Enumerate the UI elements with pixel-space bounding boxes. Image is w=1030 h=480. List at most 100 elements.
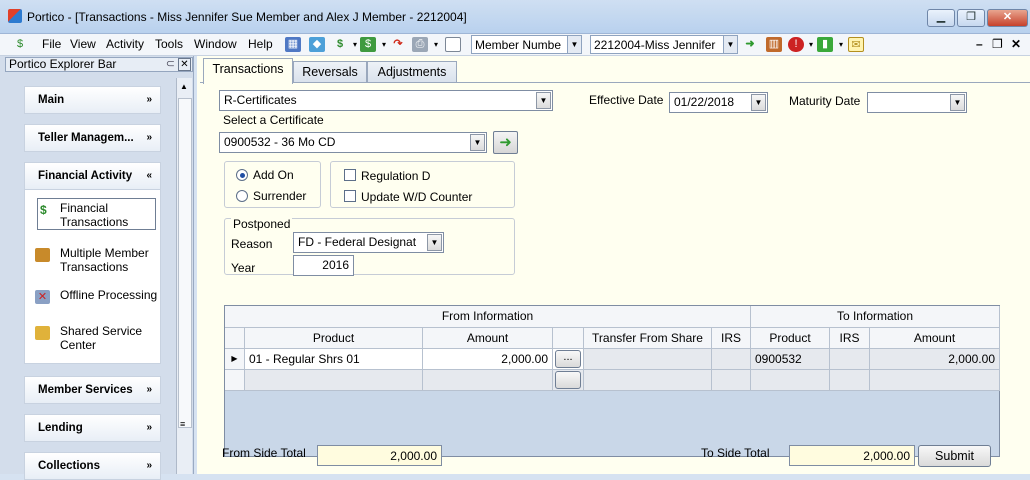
to-information-header: To Information	[751, 306, 1000, 328]
sidebar-item-offline-processing[interactable]: ✕ Offline Processing	[35, 286, 160, 316]
group-teller-label: Teller Managem...	[38, 132, 134, 144]
ellipsis-button[interactable]: ...	[555, 350, 581, 368]
financial-activity-icon[interactable]: $	[12, 37, 28, 52]
tag-icon[interactable]: ◆	[309, 37, 325, 52]
certificate-select[interactable]: 0900532 - 36 Mo CD ▼	[219, 132, 487, 153]
group-lending[interactable]: Lending »	[24, 414, 161, 442]
printer-icon[interactable]: ⎙	[412, 37, 428, 52]
add-on-radio[interactable]	[236, 169, 248, 181]
close-button[interactable]: ✕	[987, 9, 1028, 27]
sidebar-item-multiple-member-transactions[interactable]: Multiple Member Transactions	[35, 244, 160, 274]
menu-activity[interactable]: Activity	[106, 37, 144, 51]
maturity-date-field[interactable]: ▼	[867, 92, 967, 113]
explorer-scrollbar[interactable]: ▲ ≡	[176, 78, 192, 474]
calculator-icon[interactable]: ▦	[285, 37, 301, 52]
sidebar-item-financial-transactions[interactable]: $ Financial Transactions	[37, 198, 156, 230]
update-wd-counter-checkbox[interactable]	[344, 190, 356, 202]
menu-help[interactable]: Help	[248, 37, 273, 51]
chevron-down-icon[interactable]: ▼	[567, 36, 581, 53]
column-header-irs[interactable]: IRS	[712, 328, 751, 349]
group-collections[interactable]: Collections »	[24, 452, 161, 480]
column-header-to-irs[interactable]: IRS	[830, 328, 870, 349]
surrender-radio[interactable]	[236, 190, 248, 202]
printer-dropdown-icon[interactable]: ▾	[428, 37, 444, 52]
effective-date-field[interactable]: 01/22/2018 ▼	[669, 92, 768, 113]
menu-file[interactable]: File	[42, 37, 61, 51]
new-row-selector[interactable]	[225, 370, 245, 391]
go-arrow-icon[interactable]: ➜	[742, 37, 758, 52]
tab-transactions[interactable]: Transactions	[203, 58, 293, 84]
column-header-transfer-from-share[interactable]: Transfer From Share	[584, 328, 712, 349]
column-header-amount[interactable]: Amount	[423, 328, 553, 349]
mdi-minimize-button[interactable]: –	[976, 37, 983, 51]
group-main[interactable]: Main »	[24, 86, 161, 114]
pin-icon[interactable]: ⊂	[166, 58, 175, 71]
member-search-type-select[interactable]: Member Numbe ▼	[471, 35, 582, 54]
clipboard-dropdown-icon[interactable]: ▾	[833, 37, 849, 52]
sidebar-item-shared-service-center[interactable]: Shared Service Center	[35, 322, 160, 352]
select-certificate-label: Select a Certificate	[223, 113, 324, 127]
group-member-services-label: Member Services	[38, 384, 133, 396]
books-icon[interactable]: ▥	[766, 37, 782, 52]
chevron-down-icon[interactable]: ▼	[751, 94, 766, 111]
mdi-restore-button[interactable]: ❐	[992, 37, 1003, 51]
title-bar: Portico - [Transactions - Miss Jennifer …	[0, 0, 1030, 34]
submit-button[interactable]: Submit	[918, 445, 991, 467]
chevron-down-icon[interactable]: »	[146, 125, 152, 151]
grid-cell-product[interactable]: 01 - Regular Shrs 01	[245, 349, 423, 370]
chevron-down-icon[interactable]: »	[146, 453, 152, 479]
scroll-thumb[interactable]	[178, 98, 192, 428]
go-arrow-button[interactable]: ➜	[493, 131, 518, 154]
chevron-down-icon[interactable]: ▼	[470, 134, 485, 151]
new-document-icon[interactable]	[445, 37, 461, 52]
financial-activity-items: $ Financial Transactions Multiple Member…	[24, 190, 161, 364]
grid-cell-to-amount: 2,000.00	[870, 349, 1000, 370]
column-header-to-amount[interactable]: Amount	[870, 328, 1000, 349]
financial-transactions-icon: $	[40, 203, 47, 217]
member-select[interactable]: 2212004-Miss Jennifer ▼	[590, 35, 738, 54]
new-row-cell-amount[interactable]	[423, 370, 553, 391]
envelope-icon[interactable]: ✉	[848, 37, 864, 52]
chevron-down-icon[interactable]: ▼	[950, 94, 965, 111]
menu-window[interactable]: Window	[194, 37, 237, 51]
group-teller-management[interactable]: Teller Managem... »	[24, 124, 161, 152]
chevron-down-icon[interactable]: »	[146, 415, 152, 441]
menu-view[interactable]: View	[70, 37, 96, 51]
tab-adjustments[interactable]: Adjustments	[367, 61, 457, 83]
from-side-total-label: From Side Total	[222, 446, 306, 460]
reason-select[interactable]: FD - Federal Designat ▼	[293, 232, 444, 253]
clipboard-icon[interactable]: ▮	[817, 37, 833, 52]
restore-button[interactable]: ❐	[957, 9, 985, 27]
grid-cell-amount[interactable]: 2,000.00	[423, 349, 553, 370]
menu-tools[interactable]: Tools	[155, 37, 183, 51]
chevron-down-icon[interactable]: »	[146, 87, 152, 113]
certificate-value: 0900532 - 36 Mo CD	[224, 135, 336, 149]
chevron-up-icon[interactable]: «	[146, 163, 152, 189]
transaction-type-select[interactable]: R-Certificates ▼	[219, 90, 553, 111]
transaction-type-value: R-Certificates	[224, 93, 297, 107]
minimize-button[interactable]: ▁	[927, 9, 955, 27]
mdi-close-button[interactable]: ✕	[1011, 37, 1021, 51]
new-row-ellipsis-button[interactable]	[555, 371, 581, 389]
cash-drawer-icon[interactable]: $	[360, 37, 376, 52]
group-member-services[interactable]: Member Services »	[24, 376, 161, 404]
new-row-cell-to-amount	[870, 370, 1000, 391]
dollar-icon[interactable]: $	[332, 37, 348, 52]
tab-reversals[interactable]: Reversals	[293, 61, 367, 83]
column-header-to-product[interactable]: Product	[751, 328, 830, 349]
redo-arrow-icon[interactable]: ↷	[390, 37, 406, 52]
new-row-cell-product[interactable]	[245, 370, 423, 391]
chevron-down-icon[interactable]: ▼	[427, 234, 442, 251]
chevron-down-icon[interactable]: ▼	[536, 92, 551, 109]
scroll-up-icon[interactable]: ▲	[180, 82, 188, 91]
year-field[interactable]: 2016	[293, 255, 354, 276]
alert-icon[interactable]: !	[788, 37, 804, 52]
group-financial-activity[interactable]: Financial Activity «	[24, 162, 161, 190]
regulation-d-checkbox[interactable]	[344, 169, 356, 181]
column-header-product[interactable]: Product	[245, 328, 423, 349]
row-selector-icon[interactable]: ▶	[225, 349, 245, 370]
chevron-down-icon[interactable]: ▼	[723, 36, 737, 53]
new-row-cell-ellipsis	[553, 370, 584, 391]
chevron-down-icon[interactable]: »	[146, 377, 152, 403]
explorer-close-icon[interactable]: ✕	[178, 58, 191, 71]
